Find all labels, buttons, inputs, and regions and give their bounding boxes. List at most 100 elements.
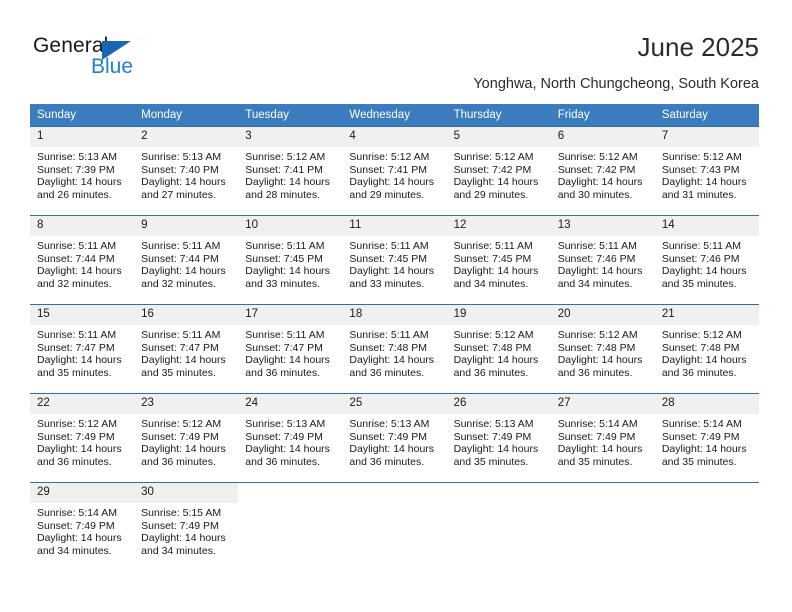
- day-number: 12: [446, 216, 551, 236]
- daylight-line2: and 35 minutes.: [453, 455, 529, 468]
- day-info: Sunrise: 5:11 AM Sunset: 7:48 PM Dayligh…: [342, 325, 446, 379]
- day-number: 24: [238, 394, 343, 414]
- day-cell[interactable]: 15 Sunrise: 5:11 AM Sunset: 7:47 PM Dayl…: [30, 304, 135, 394]
- daylight-line2: and 36 minutes.: [661, 366, 737, 379]
- weekday-header-wednesday: Wednesday: [342, 104, 447, 127]
- day-number: 27: [550, 394, 655, 414]
- daylight-line1: Daylight: 14 hours: [141, 354, 226, 367]
- day-info: Sunrise: 5:12 AM Sunset: 7:42 PM Dayligh…: [551, 147, 655, 201]
- day-info: Sunrise: 5:11 AM Sunset: 7:45 PM Dayligh…: [238, 236, 342, 290]
- day-number: 15: [30, 305, 135, 325]
- day-cell[interactable]: 16 Sunrise: 5:11 AM Sunset: 7:47 PM Dayl…: [134, 304, 239, 394]
- daylight-line1: Daylight: 14 hours: [349, 443, 435, 456]
- sunrise-text: Sunrise: 5:11 AM: [349, 329, 429, 341]
- sunset-text: Sunset: 7:43 PM: [661, 163, 740, 176]
- sunrise-text: Sunrise: 5:11 AM: [245, 240, 325, 252]
- sunset-text: Sunset: 7:46 PM: [661, 252, 740, 265]
- sunset-text: Sunset: 7:49 PM: [661, 430, 740, 443]
- day-cell[interactable]: 8 Sunrise: 5:11 AM Sunset: 7:44 PM Dayli…: [30, 215, 135, 305]
- sunrise-text: Sunrise: 5:11 AM: [557, 240, 637, 252]
- day-cell[interactable]: 29 Sunrise: 5:14 AM Sunset: 7:49 PM Dayl…: [30, 482, 135, 571]
- day-info: Sunrise: 5:11 AM Sunset: 7:47 PM Dayligh…: [30, 325, 134, 379]
- day-number: 13: [550, 216, 655, 236]
- day-cell[interactable]: 9 Sunrise: 5:11 AM Sunset: 7:44 PM Dayli…: [134, 215, 239, 305]
- day-info: Sunrise: 5:14 AM Sunset: 7:49 PM Dayligh…: [551, 414, 655, 468]
- day-number: 10: [238, 216, 343, 236]
- day-number: 17: [238, 305, 343, 325]
- daylight-line2: and 36 minutes.: [349, 455, 425, 468]
- daylight-line1: Daylight: 14 hours: [557, 354, 643, 367]
- day-cell[interactable]: 30 Sunrise: 5:15 AM Sunset: 7:49 PM Dayl…: [134, 482, 239, 571]
- day-cell[interactable]: 2 Sunrise: 5:13 AM Sunset: 7:40 PM Dayli…: [134, 126, 239, 216]
- calendar-week-row: 15 Sunrise: 5:11 AM Sunset: 7:47 PM Dayl…: [30, 304, 759, 394]
- sunrise-text: Sunrise: 5:12 AM: [557, 329, 638, 341]
- day-cell[interactable]: 11 Sunrise: 5:11 AM Sunset: 7:45 PM Dayl…: [342, 215, 447, 305]
- daylight-line2: and 35 minutes.: [37, 366, 112, 379]
- sunset-text: Sunset: 7:45 PM: [349, 252, 428, 265]
- day-cell[interactable]: 18 Sunrise: 5:11 AM Sunset: 7:48 PM Dayl…: [342, 304, 447, 394]
- daylight-line2: and 33 minutes.: [349, 277, 425, 290]
- sunset-text: Sunset: 7:47 PM: [37, 341, 115, 354]
- day-number: 18: [342, 305, 447, 325]
- day-info: Sunrise: 5:13 AM Sunset: 7:49 PM Dayligh…: [238, 414, 342, 468]
- sunrise-text: Sunrise: 5:13 AM: [349, 418, 430, 430]
- day-cell[interactable]: 7 Sunrise: 5:12 AM Sunset: 7:43 PM Dayli…: [654, 126, 759, 216]
- sunset-text: Sunset: 7:48 PM: [349, 341, 428, 354]
- day-cell[interactable]: 28 Sunrise: 5:14 AM Sunset: 7:49 PM Dayl…: [654, 393, 759, 483]
- daylight-line2: and 36 minutes.: [245, 455, 320, 468]
- day-info: Sunrise: 5:13 AM Sunset: 7:49 PM Dayligh…: [342, 414, 446, 468]
- day-number: [238, 483, 343, 503]
- day-number: 23: [134, 394, 239, 414]
- day-cell[interactable]: 1 Sunrise: 5:13 AM Sunset: 7:39 PM Dayli…: [30, 126, 135, 216]
- sunset-text: Sunset: 7:42 PM: [453, 163, 532, 176]
- sunset-text: Sunset: 7:49 PM: [557, 430, 636, 443]
- day-cell[interactable]: 4 Sunrise: 5:12 AM Sunset: 7:41 PM Dayli…: [342, 126, 447, 216]
- day-cell[interactable]: 19 Sunrise: 5:12 AM Sunset: 7:48 PM Dayl…: [446, 304, 551, 394]
- day-cell[interactable]: 5 Sunrise: 5:12 AM Sunset: 7:42 PM Dayli…: [446, 126, 551, 216]
- daylight-line2: and 31 minutes.: [661, 188, 737, 201]
- day-cell[interactable]: 12 Sunrise: 5:11 AM Sunset: 7:45 PM Dayl…: [446, 215, 551, 305]
- sunrise-text: Sunrise: 5:11 AM: [245, 329, 325, 341]
- sunrise-text: Sunrise: 5:11 AM: [453, 240, 533, 252]
- day-info: Sunrise: 5:13 AM Sunset: 7:40 PM Dayligh…: [134, 147, 238, 201]
- daylight-line2: and 33 minutes.: [245, 277, 320, 290]
- day-info: Sunrise: 5:11 AM Sunset: 7:44 PM Dayligh…: [30, 236, 134, 290]
- day-cell[interactable]: 6 Sunrise: 5:12 AM Sunset: 7:42 PM Dayli…: [550, 126, 655, 216]
- day-number: 1: [30, 127, 135, 147]
- day-cell[interactable]: 22 Sunrise: 5:12 AM Sunset: 7:49 PM Dayl…: [30, 393, 135, 483]
- day-cell[interactable]: 24 Sunrise: 5:13 AM Sunset: 7:49 PM Dayl…: [238, 393, 343, 483]
- daylight-line2: and 27 minutes.: [141, 188, 216, 201]
- day-number: 21: [654, 305, 759, 325]
- sunrise-text: Sunrise: 5:14 AM: [661, 418, 742, 430]
- day-cell[interactable]: 21 Sunrise: 5:12 AM Sunset: 7:48 PM Dayl…: [654, 304, 759, 394]
- day-cell[interactable]: 26 Sunrise: 5:13 AM Sunset: 7:49 PM Dayl…: [446, 393, 551, 483]
- sunrise-text: Sunrise: 5:12 AM: [661, 329, 742, 341]
- day-info: Sunrise: 5:11 AM Sunset: 7:45 PM Dayligh…: [342, 236, 446, 290]
- day-cell[interactable]: 23 Sunrise: 5:12 AM Sunset: 7:49 PM Dayl…: [134, 393, 239, 483]
- day-cell[interactable]: 25 Sunrise: 5:13 AM Sunset: 7:49 PM Dayl…: [342, 393, 447, 483]
- day-info: Sunrise: 5:13 AM Sunset: 7:49 PM Dayligh…: [447, 414, 551, 468]
- day-cell[interactable]: 27 Sunrise: 5:14 AM Sunset: 7:49 PM Dayl…: [550, 393, 655, 483]
- daylight-line2: and 36 minutes.: [141, 455, 216, 468]
- day-cell[interactable]: 3 Sunrise: 5:12 AM Sunset: 7:41 PM Dayli…: [238, 126, 343, 216]
- day-info: Sunrise: 5:12 AM Sunset: 7:42 PM Dayligh…: [447, 147, 551, 201]
- day-cell[interactable]: 14 Sunrise: 5:11 AM Sunset: 7:46 PM Dayl…: [654, 215, 759, 305]
- daylight-line2: and 36 minutes.: [557, 366, 633, 379]
- day-info: Sunrise: 5:11 AM Sunset: 7:46 PM Dayligh…: [551, 236, 655, 290]
- sunrise-text: Sunrise: 5:13 AM: [245, 418, 326, 430]
- day-cell[interactable]: 13 Sunrise: 5:11 AM Sunset: 7:46 PM Dayl…: [550, 215, 655, 305]
- page-subtitle-location: Yonghwa, North Chungcheong, South Korea: [473, 76, 759, 92]
- day-cell[interactable]: 20 Sunrise: 5:12 AM Sunset: 7:48 PM Dayl…: [550, 304, 655, 394]
- calendar-week-row: 8 Sunrise: 5:11 AM Sunset: 7:44 PM Dayli…: [30, 215, 759, 305]
- daylight-line2: and 28 minutes.: [245, 188, 320, 201]
- day-cell[interactable]: 10 Sunrise: 5:11 AM Sunset: 7:45 PM Dayl…: [238, 215, 343, 305]
- sunset-text: Sunset: 7:39 PM: [37, 163, 115, 176]
- day-number: 7: [654, 127, 759, 147]
- daylight-line1: Daylight: 14 hours: [37, 176, 122, 189]
- day-number: 5: [446, 127, 551, 147]
- day-cell[interactable]: 17 Sunrise: 5:11 AM Sunset: 7:47 PM Dayl…: [238, 304, 343, 394]
- sunrise-text: Sunrise: 5:13 AM: [37, 151, 117, 163]
- daylight-line2: and 30 minutes.: [557, 188, 633, 201]
- day-info: Sunrise: 5:12 AM Sunset: 7:48 PM Dayligh…: [655, 325, 759, 379]
- daylight-line2: and 34 minutes.: [453, 277, 529, 290]
